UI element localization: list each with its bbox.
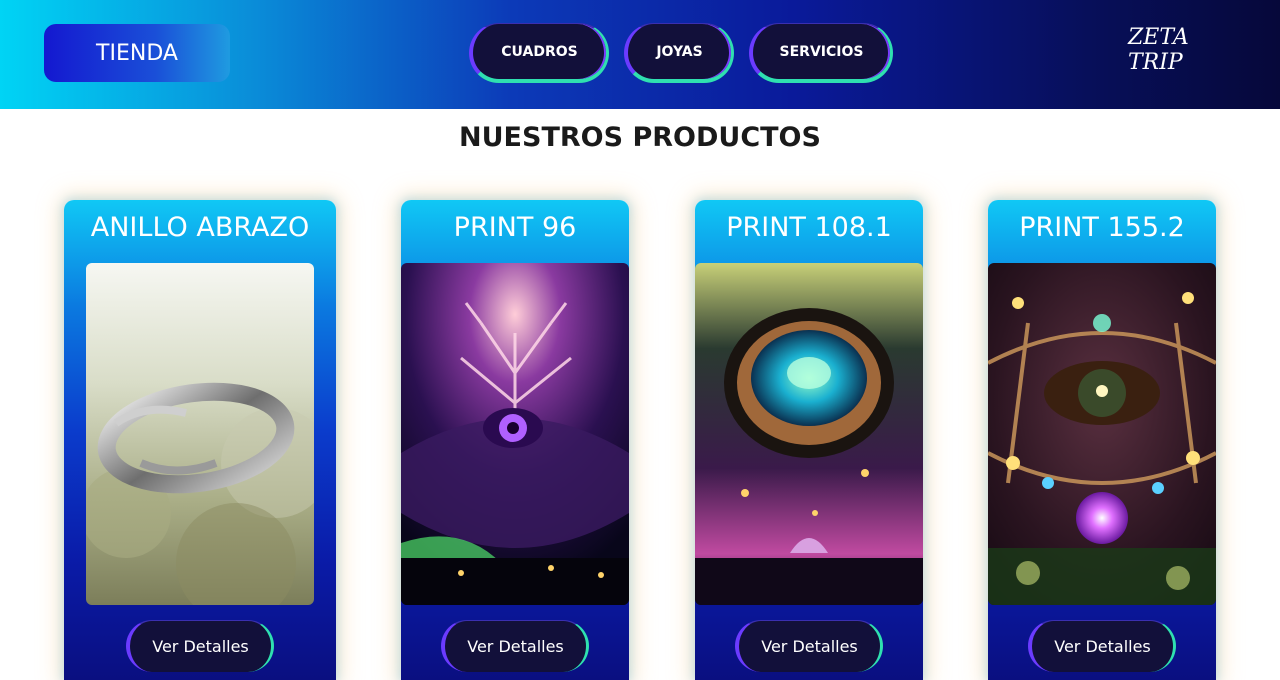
store-button[interactable]: TIENDA <box>44 24 230 82</box>
view-details-button[interactable]: Ver Detalles <box>441 620 589 672</box>
product-card: PRINT 155.2 Ver Detalles <box>988 200 1216 680</box>
product-image[interactable] <box>401 263 629 605</box>
view-details-button[interactable]: Ver Detalles <box>735 620 883 672</box>
nav-cuadros-button[interactable]: CUADROS <box>469 23 609 83</box>
product-title: ANILLO ABRAZO <box>90 212 310 243</box>
page-title: NUESTROS PRODUCTOS <box>459 122 821 153</box>
view-details-button[interactable]: Ver Detalles <box>126 620 274 672</box>
product-title: PRINT 108.1 <box>726 212 892 243</box>
brand-logo[interactable]: ZETA TRIP <box>1128 25 1238 75</box>
product-title: PRINT 96 <box>453 212 577 243</box>
product-card: ANILLO ABRAZO Ver Detalles <box>64 200 336 680</box>
ring-image <box>86 263 314 605</box>
product-card: PRINT 108.1 Ver Detalles <box>695 200 923 680</box>
eye-flower-image <box>988 263 1216 605</box>
product-image[interactable] <box>695 263 923 605</box>
nav-servicios-button[interactable]: SERVICIOS <box>749 23 893 83</box>
product-image[interactable] <box>86 263 314 605</box>
site-header: TIENDA CUADROS JOYAS SERVICIOS ZETA TRIP <box>0 0 1280 109</box>
nav-joyas-button[interactable]: JOYAS <box>624 23 734 83</box>
cosmic-eye-image <box>695 263 923 605</box>
tree-eye-image <box>401 263 629 605</box>
product-card: PRINT 96 Ver Detalles <box>401 200 629 680</box>
product-title: PRINT 155.2 <box>1019 212 1185 243</box>
product-image[interactable] <box>988 263 1216 605</box>
view-details-button[interactable]: Ver Detalles <box>1028 620 1176 672</box>
